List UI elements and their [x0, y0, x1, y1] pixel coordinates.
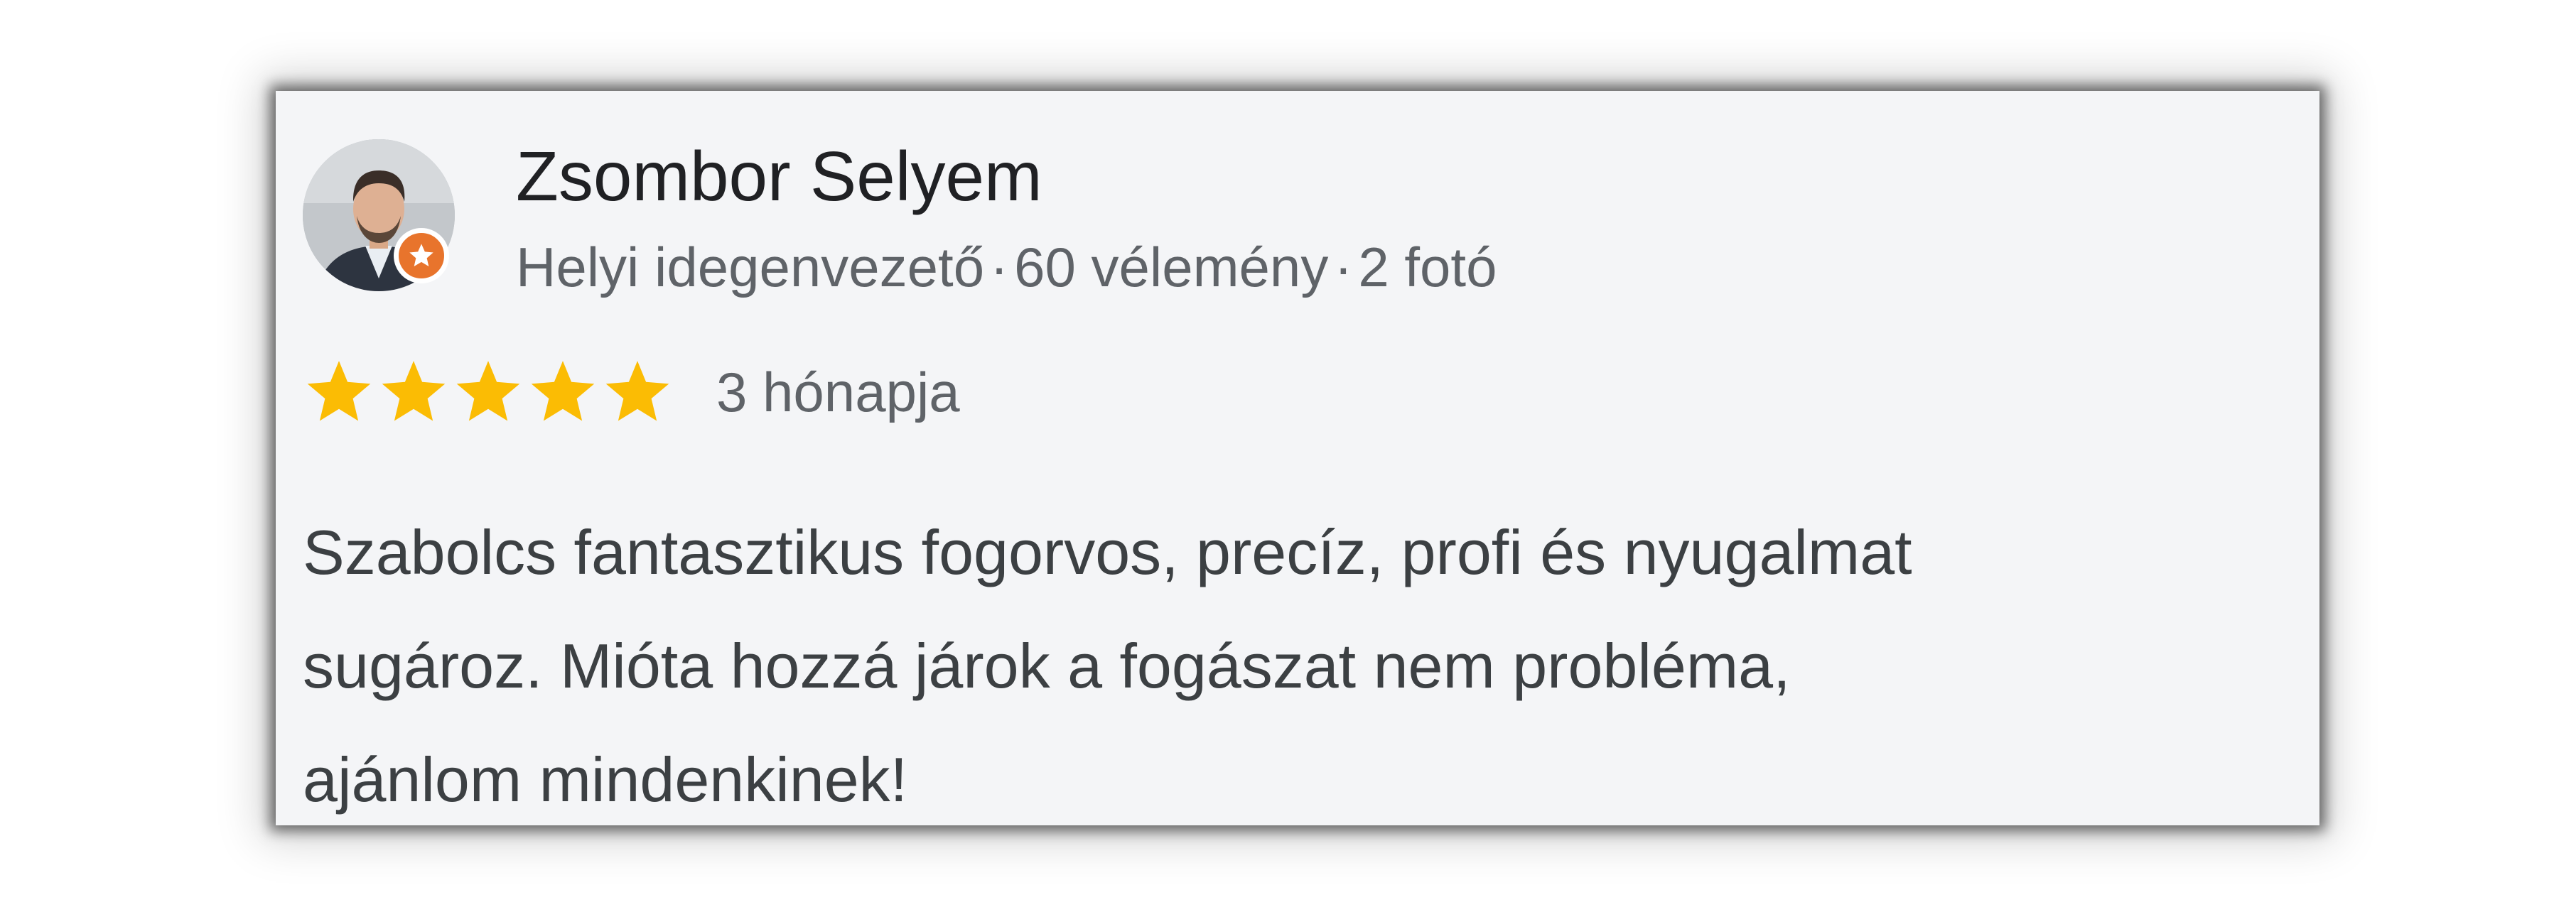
meta-separator: ·	[990, 236, 1009, 298]
star-icon	[377, 358, 450, 426]
review-text-line: ajánlom mindenkinek!	[303, 744, 908, 815]
page-background: Zsombor Selyem Helyi idegenvezető · 60 vél…	[0, 0, 2576, 912]
review-card: Zsombor Selyem Helyi idegenvezető · 60 vél…	[276, 91, 2319, 825]
badge-star-icon	[409, 244, 433, 266]
star-icon	[303, 358, 375, 426]
star-icon	[452, 358, 524, 426]
photo-count: 2 fotó	[1358, 236, 1497, 298]
review-text: Szabolcs fantasztikus fogorvos, precíz, …	[303, 496, 2278, 837]
meta-separator: ·	[1334, 236, 1353, 298]
review-text-line: Szabolcs fantasztikus fogorvos, precíz, …	[303, 517, 1912, 587]
reviewer-meta: Helyi idegenvezető · 60 vélemény · 2 fotó	[516, 234, 1497, 301]
star-icon	[527, 358, 599, 426]
rating-row: 3 hónapja	[303, 357, 960, 428]
local-guide-badge-icon	[394, 228, 449, 283]
star-icon	[601, 358, 674, 426]
star-rating	[303, 358, 676, 426]
reviewer-name[interactable]: Zsombor Selyem	[516, 135, 1042, 219]
review-count: 60 vélemény	[1014, 236, 1329, 298]
review-text-line: sugároz. Mióta hozzá járok a fogászat ne…	[303, 631, 1791, 701]
reviewer-role: Helyi idegenvezető	[516, 236, 985, 298]
review-age: 3 hónapja	[716, 360, 960, 423]
